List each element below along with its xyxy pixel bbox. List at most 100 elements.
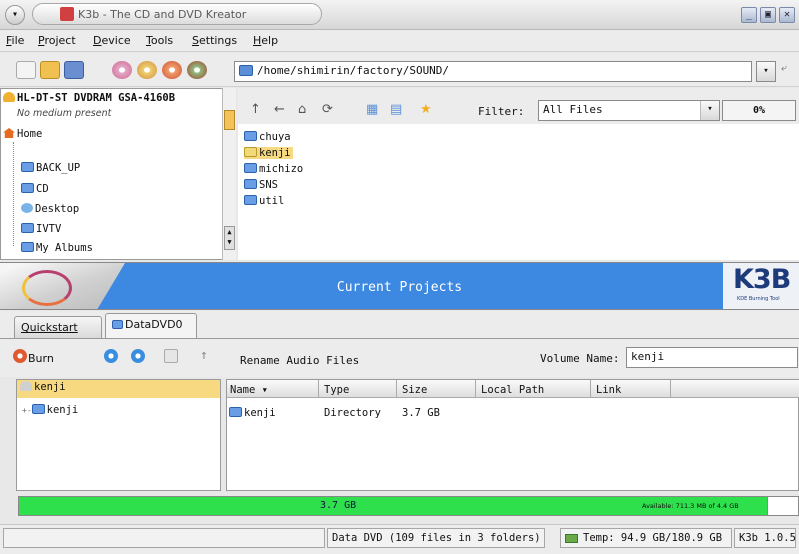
file-item-sns[interactable]: SNS xyxy=(244,179,278,191)
new-project-icon[interactable] xyxy=(16,61,36,79)
column-name-label: Name xyxy=(230,384,256,396)
folder-icon xyxy=(21,162,34,172)
filter-label: Filter: xyxy=(478,105,525,118)
file-item-chuya[interactable]: chuya xyxy=(244,131,291,143)
tree-expander-icon[interactable]: +- xyxy=(22,406,32,415)
tab-label: Quickstart xyxy=(21,321,78,334)
dvd-drive-icon xyxy=(3,92,15,102)
column-type[interactable]: Type xyxy=(324,384,349,396)
menu-file[interactable]: File xyxy=(6,34,24,47)
column-link[interactable]: Link xyxy=(596,384,621,396)
tree-guide xyxy=(13,142,14,246)
path-dropdown-button[interactable]: ▾ xyxy=(756,61,776,82)
column-local-path[interactable]: Local Path xyxy=(481,384,544,396)
tab-label: DataDVD0 xyxy=(125,318,183,331)
window-menu-button[interactable]: ▾ xyxy=(5,5,25,25)
used-size: 3.7 GB xyxy=(320,500,357,511)
project-summary: Data DVD (109 files in 3 folders) xyxy=(327,528,545,548)
folder-icon xyxy=(229,407,242,417)
folder-icon xyxy=(21,242,34,252)
tree-device[interactable]: HL-DT-ST DVDRAM GSA-4160B xyxy=(3,92,175,104)
column-name[interactable]: Name ▾ xyxy=(230,384,268,396)
home-icon xyxy=(3,128,15,138)
file-item-label: util xyxy=(259,195,285,207)
file-item-michizo[interactable]: michizo xyxy=(244,163,303,175)
column-size[interactable]: Size xyxy=(402,384,427,396)
scrollbar-thumb[interactable] xyxy=(224,110,235,130)
parent-dir-icon[interactable]: ↑ xyxy=(200,348,208,363)
remove-files-icon[interactable] xyxy=(131,349,145,363)
column-separator xyxy=(318,380,319,398)
folder-icon xyxy=(244,163,257,173)
path-go-icon[interactable]: ⤶ xyxy=(781,63,795,80)
path-input[interactable]: /home/shimirin/factory/SOUND/ xyxy=(234,61,752,82)
volume-name-input[interactable]: kenji xyxy=(626,347,798,368)
icon-view-icon[interactable]: ▦ xyxy=(366,102,378,117)
tree-item-back-up[interactable]: BACK_UP xyxy=(21,162,80,174)
project-tree-child[interactable]: +- kenji xyxy=(22,404,78,416)
detail-view-icon[interactable]: ▤ xyxy=(390,102,402,117)
bookmark-star-icon[interactable]: ★ xyxy=(420,102,432,117)
folder-icon xyxy=(244,179,257,189)
sort-down-icon: ▾ xyxy=(261,384,268,396)
burn-icon[interactable] xyxy=(13,349,27,363)
file-list[interactable]: chuya kenji michizo SNS util xyxy=(238,124,799,260)
burn-button[interactable]: Burn xyxy=(28,352,54,365)
disc-size-bar-remaining xyxy=(768,496,799,516)
maximize-button[interactable]: ▣ xyxy=(760,7,776,23)
folder-icon xyxy=(239,65,253,76)
file-item-util[interactable]: util xyxy=(244,195,284,207)
properties-icon[interactable] xyxy=(164,349,178,363)
table-row[interactable] xyxy=(227,404,799,422)
open-project-icon[interactable] xyxy=(40,61,60,79)
up-arrow-icon[interactable]: ↑ xyxy=(250,102,261,117)
folder-icon xyxy=(21,183,34,193)
volume-name-label: Volume Name: xyxy=(540,352,620,365)
tree-item-my-albums[interactable]: My Albums xyxy=(21,242,93,254)
menu-help[interactable]: Help xyxy=(253,34,278,47)
progress-percent: 0% xyxy=(722,100,796,121)
tree-item-label: Desktop xyxy=(35,203,80,215)
home-nav-icon[interactable]: ⌂ xyxy=(298,102,306,117)
version-label: K3b 1.0.5 xyxy=(734,528,796,548)
tree-home[interactable]: Home xyxy=(3,128,42,140)
settings-icon[interactable] xyxy=(187,61,207,79)
k3b-logo-subtitle: KDE Burning Tool xyxy=(737,296,780,302)
menu-tools[interactable]: Tools xyxy=(146,34,173,47)
menu-project[interactable]: Project xyxy=(38,34,76,47)
save-icon[interactable] xyxy=(64,61,84,79)
copy-cd-icon[interactable] xyxy=(112,61,132,79)
close-button[interactable]: ✕ xyxy=(779,7,795,23)
menu-device[interactable]: Device xyxy=(93,34,131,47)
folder-icon xyxy=(244,131,257,141)
burn-image-icon[interactable] xyxy=(137,61,157,79)
tree-item-ivtv[interactable]: IVTV xyxy=(21,223,61,235)
erase-icon[interactable] xyxy=(162,61,182,79)
file-item-kenji[interactable]: kenji xyxy=(244,147,293,159)
minimize-button[interactable]: _ xyxy=(741,7,757,23)
tree-item-label: CD xyxy=(36,183,49,195)
back-arrow-icon[interactable]: ← xyxy=(274,102,285,117)
tab-quickstart[interactable]: Quickstart xyxy=(14,316,102,338)
menu-settings[interactable]: Settings xyxy=(192,34,237,47)
row-name-cell: kenji xyxy=(229,407,276,419)
directory-tree[interactable]: HL-DT-ST DVDRAM GSA-4160B No medium pres… xyxy=(0,88,236,260)
tab-datadvd0[interactable]: DataDVD0 xyxy=(105,313,197,338)
file-item-label: SNS xyxy=(259,179,278,191)
filter-dropdown-button[interactable]: ▾ xyxy=(700,101,719,120)
filter-combobox[interactable]: All Files xyxy=(538,100,720,121)
add-files-icon[interactable] xyxy=(104,349,118,363)
tree-item-desktop[interactable]: Desktop xyxy=(21,203,79,215)
scroll-arrows[interactable]: ▲ ▼ xyxy=(224,226,235,250)
row-name-label: kenji xyxy=(244,407,276,419)
project-tree-root[interactable]: kenji xyxy=(17,380,220,398)
file-item-label: michizo xyxy=(259,163,304,175)
rename-audio-files-button[interactable]: Rename Audio Files xyxy=(240,354,359,367)
tree-item-cd[interactable]: CD xyxy=(21,183,49,195)
tree-scrollbar[interactable]: ▲ ▼ xyxy=(222,88,236,260)
row-size-cell: 3.7 GB xyxy=(402,407,440,419)
status-message xyxy=(3,528,325,548)
menu-bar: File Project Device Tools Settings Help xyxy=(0,30,799,52)
reload-icon[interactable]: ⟳ xyxy=(322,102,333,117)
column-separator xyxy=(475,380,476,398)
